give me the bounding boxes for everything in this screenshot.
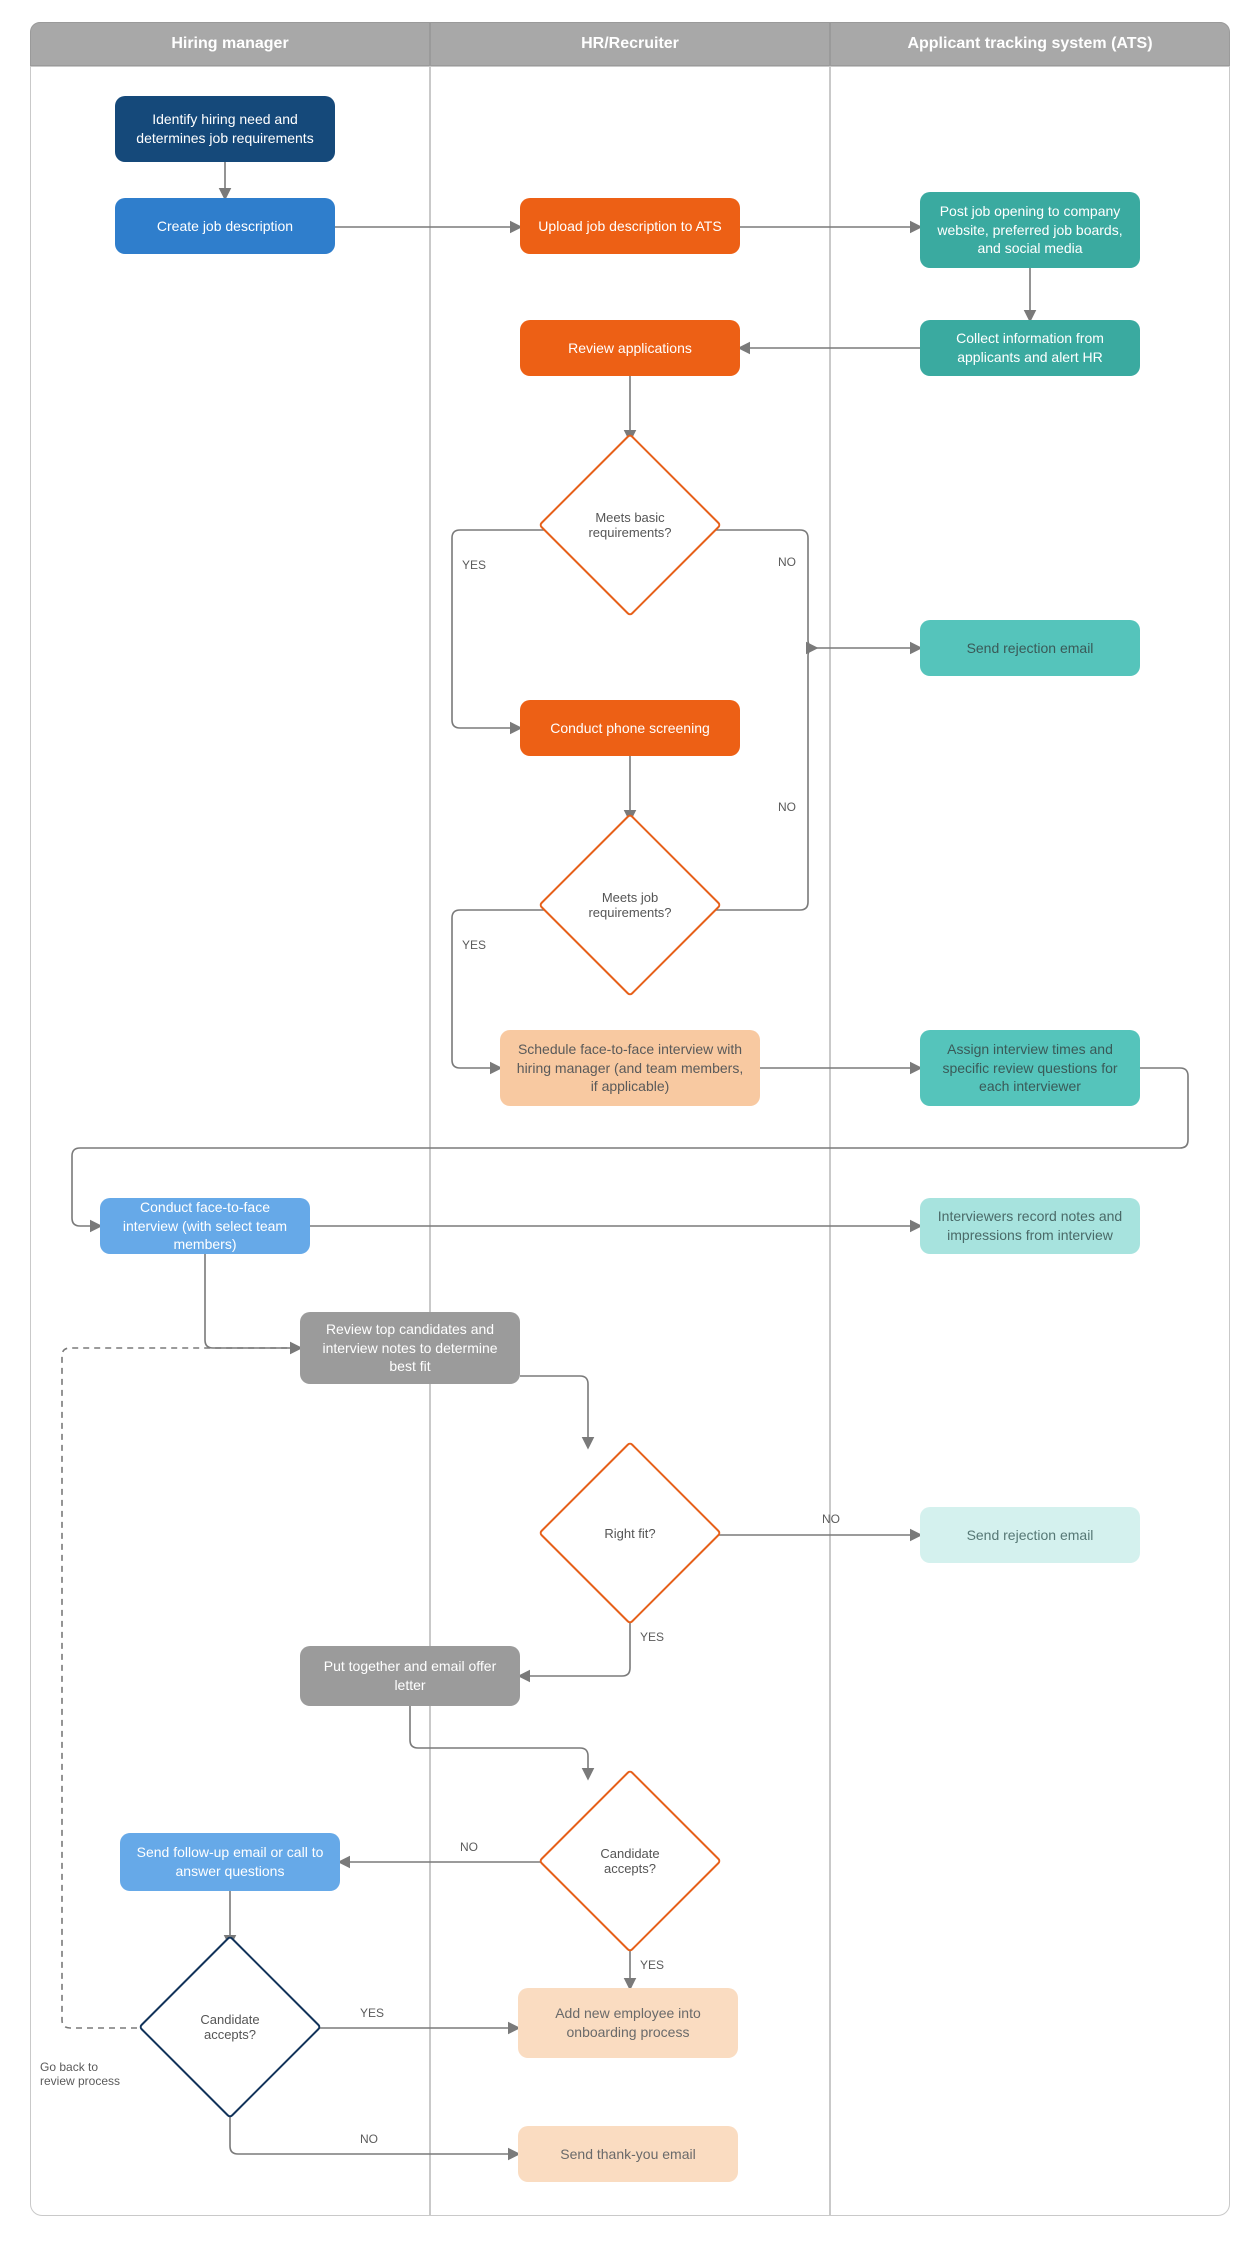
label-yes-3: YES bbox=[640, 1630, 664, 1644]
node-phone-screen: Conduct phone screening bbox=[520, 700, 740, 756]
label-yes-5: YES bbox=[360, 2006, 384, 2020]
node-upload-jd: Upload job description to ATS bbox=[520, 198, 740, 254]
lane-body-1 bbox=[30, 66, 430, 2216]
node-identify-need: Identify hiring need and determines job … bbox=[115, 96, 335, 162]
node-conduct-interview: Conduct face-to-face interview (with sel… bbox=[100, 1198, 310, 1254]
node-send-reject-1: Send rejection email bbox=[920, 620, 1140, 676]
lane1-title: Hiring manager bbox=[171, 35, 288, 53]
node-review-top: Review top candidates and interview note… bbox=[300, 1312, 520, 1384]
lane3-title: Applicant tracking system (ATS) bbox=[907, 35, 1152, 53]
lane-header-hr: HR/Recruiter bbox=[430, 22, 830, 66]
label-no-4: NO bbox=[460, 1840, 478, 1854]
node-thankyou: Send thank-you email bbox=[518, 2126, 738, 2182]
node-assign-times: Assign interview times and specific revi… bbox=[920, 1030, 1140, 1106]
node-send-reject-2: Send rejection email bbox=[920, 1507, 1140, 1563]
lane-body-3 bbox=[830, 66, 1230, 2216]
label-yes-2: YES bbox=[462, 938, 486, 952]
lane-header-ats: Applicant tracking system (ATS) bbox=[830, 22, 1230, 66]
swimlane-diagram: Hiring manager HR/Recruiter Applicant tr… bbox=[0, 0, 1258, 2244]
label-no-3: NO bbox=[822, 1512, 840, 1526]
node-schedule-interview: Schedule face-to-face interview with hir… bbox=[500, 1030, 760, 1106]
label-yes-4: YES bbox=[640, 1958, 664, 1972]
lane-header-hiring-manager: Hiring manager bbox=[30, 22, 430, 66]
label-go-back: Go back to review process bbox=[40, 2060, 130, 2088]
node-follow-up: Send follow-up email or call to answer q… bbox=[120, 1833, 340, 1891]
node-record-notes: Interviewers record notes and impression… bbox=[920, 1198, 1140, 1254]
node-collect-info: Collect information from applicants and … bbox=[920, 320, 1140, 376]
node-offer-letter: Put together and email offer letter bbox=[300, 1646, 520, 1706]
label-no-1: NO bbox=[778, 555, 796, 569]
node-review-apps: Review applications bbox=[520, 320, 740, 376]
node-onboard: Add new employee into onboarding process bbox=[518, 1988, 738, 2058]
label-no-2: NO bbox=[778, 800, 796, 814]
label-no-5: NO bbox=[360, 2132, 378, 2146]
lane2-title: HR/Recruiter bbox=[581, 35, 679, 53]
node-create-jd: Create job description bbox=[115, 198, 335, 254]
node-post-job: Post job opening to company website, pre… bbox=[920, 192, 1140, 268]
label-yes-1: YES bbox=[462, 558, 486, 572]
